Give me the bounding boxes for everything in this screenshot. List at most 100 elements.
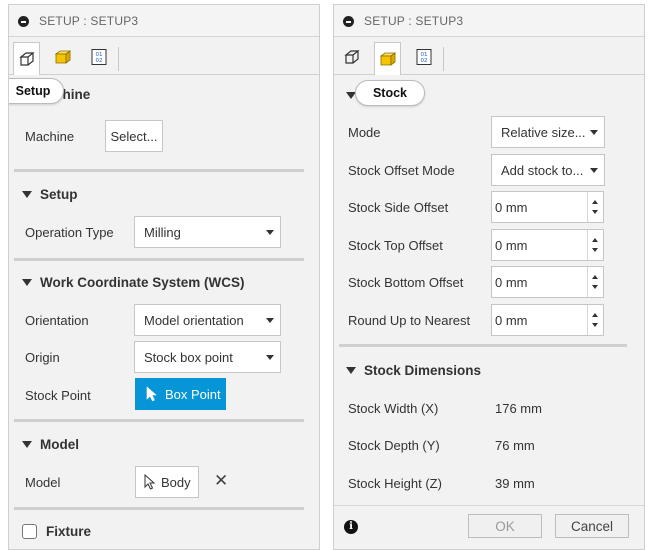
model-select-button[interactable]: Body bbox=[135, 466, 199, 498]
panel-titlebar[interactable]: SETUP : SETUP3 bbox=[334, 5, 644, 37]
machine-select-button[interactable]: Select... bbox=[105, 120, 163, 152]
stock-bottom-offset-field[interactable]: 0 mm bbox=[491, 266, 604, 298]
mode-value: Relative size... bbox=[501, 124, 586, 140]
section-divider bbox=[14, 258, 304, 261]
orientation-value: Model orientation bbox=[144, 312, 244, 328]
fixture-section-header[interactable]: Fixture bbox=[22, 518, 91, 544]
collapse-triangle-icon bbox=[346, 366, 356, 374]
info-icon[interactable]: i bbox=[344, 520, 358, 534]
stock-dimensions-title: Stock Dimensions bbox=[364, 362, 482, 378]
fixture-section-title: Fixture bbox=[46, 523, 92, 539]
machine-select-button-label: Select... bbox=[110, 128, 158, 144]
pointer-icon bbox=[144, 474, 156, 490]
spinner-arrows-icon[interactable] bbox=[587, 230, 603, 260]
stock-section-title: Stock bbox=[372, 86, 408, 100]
wcs-section-header[interactable]: Work Coordinate System (WCS) bbox=[22, 269, 245, 295]
chevron-down-icon bbox=[590, 130, 598, 135]
tab-stock[interactable] bbox=[374, 42, 401, 75]
stock-bottom-offset-label: Stock Bottom Offset bbox=[348, 275, 464, 290]
round-up-field[interactable]: 0 mm bbox=[491, 304, 604, 336]
setup-tab-icon bbox=[18, 52, 35, 66]
origin-value: Stock box point bbox=[144, 349, 233, 365]
stock-side-offset-label: Stock Side Offset bbox=[348, 200, 449, 215]
mode-dropdown[interactable]: Relative size... bbox=[491, 116, 605, 148]
stock-offset-mode-label: Stock Offset Mode bbox=[348, 163, 455, 178]
stock-section-header[interactable]: Stock bbox=[355, 80, 425, 106]
stock-offset-mode-value: Add stock to... bbox=[501, 162, 584, 178]
panel-title: SETUP : SETUP3 bbox=[364, 14, 464, 28]
model-section-header[interactable]: Model bbox=[22, 431, 79, 457]
section-divider bbox=[14, 419, 304, 422]
stock-bottom-offset-value: 0 mm bbox=[495, 275, 528, 290]
chevron-down-icon bbox=[266, 318, 274, 323]
origin-label: Origin bbox=[25, 350, 60, 365]
setup-section-title: Setup bbox=[40, 186, 78, 202]
ok-button[interactable]: OK bbox=[468, 514, 542, 538]
stock-offset-mode-dropdown[interactable]: Add stock to... bbox=[491, 154, 605, 186]
svg-text:02: 02 bbox=[95, 58, 102, 64]
chevron-down-icon bbox=[266, 230, 274, 235]
collapse-triangle-icon bbox=[22, 440, 32, 448]
setup-tooltip: Setup bbox=[9, 78, 64, 104]
collapse-triangle-icon bbox=[22, 190, 32, 198]
cancel-button[interactable]: Cancel bbox=[555, 514, 629, 538]
panel-title: SETUP : SETUP3 bbox=[39, 14, 139, 28]
ok-button-label: OK bbox=[495, 518, 515, 534]
tab-setup[interactable] bbox=[338, 42, 365, 72]
panel-titlebar[interactable]: SETUP : SETUP3 bbox=[9, 5, 319, 37]
fixture-checkbox[interactable] bbox=[22, 523, 37, 539]
clear-selection-icon[interactable]: ✕ bbox=[214, 471, 228, 491]
chevron-down-icon bbox=[266, 355, 274, 360]
tab-post-process[interactable]: 01 02 bbox=[410, 42, 437, 72]
stock-height-label: Stock Height (Z) bbox=[348, 476, 442, 491]
spinner-arrows-icon[interactable] bbox=[587, 267, 603, 297]
round-up-label: Round Up to Nearest bbox=[348, 313, 471, 328]
operation-type-label: Operation Type bbox=[25, 225, 114, 240]
section-divider bbox=[14, 169, 304, 172]
collapse-triangle-icon bbox=[22, 278, 32, 286]
tab-setup[interactable] bbox=[13, 42, 40, 75]
stock-dimensions-header[interactable]: Stock Dimensions bbox=[346, 357, 481, 383]
tab-stock[interactable] bbox=[49, 42, 76, 72]
origin-dropdown[interactable]: Stock box point bbox=[134, 341, 281, 373]
collapse-icon[interactable] bbox=[18, 16, 29, 27]
collapse-icon[interactable] bbox=[343, 16, 354, 27]
tab-post-process[interactable]: 01 02 bbox=[85, 42, 112, 72]
mode-label: Mode bbox=[348, 125, 381, 140]
stock-point-button[interactable]: Box Point bbox=[135, 378, 226, 410]
tab-divider bbox=[118, 47, 119, 71]
setup-panel-right: SETUP : SETUP3 01 02 Stock Mode Relative… bbox=[333, 4, 645, 550]
setup-section-header[interactable]: Setup bbox=[22, 181, 78, 207]
stock-side-offset-field[interactable]: 0 mm bbox=[491, 191, 604, 223]
stock-point-label: Stock Point bbox=[25, 388, 91, 403]
model-section-title: Model bbox=[40, 436, 79, 452]
orientation-dropdown[interactable]: Model orientation bbox=[134, 304, 281, 336]
stock-point-button-label: Box Point bbox=[165, 386, 221, 402]
stock-side-offset-value: 0 mm bbox=[495, 200, 528, 215]
setup-panel-left: SETUP : SETUP3 01 02 chine Setup Machine… bbox=[8, 4, 320, 550]
wcs-section-title: Work Coordinate System (WCS) bbox=[40, 274, 245, 290]
spinner-arrows-icon[interactable] bbox=[587, 192, 603, 222]
machine-label: Machine bbox=[25, 129, 75, 144]
model-label: Model bbox=[25, 475, 61, 490]
svg-text:02: 02 bbox=[420, 58, 427, 64]
stock-top-offset-value: 0 mm bbox=[495, 238, 528, 253]
chevron-down-icon bbox=[590, 168, 598, 173]
stock-depth-value: 76 mm bbox=[495, 438, 535, 453]
operation-type-dropdown[interactable]: Milling bbox=[134, 216, 281, 248]
orientation-label: Orientation bbox=[25, 313, 89, 328]
section-divider bbox=[14, 507, 304, 510]
post-process-tab-icon: 01 02 bbox=[91, 49, 106, 65]
spinner-arrows-icon[interactable] bbox=[587, 305, 603, 335]
operation-type-value: Milling bbox=[144, 224, 181, 240]
pointer-icon bbox=[146, 386, 157, 402]
dialog-footer: i OK Cancel bbox=[334, 505, 644, 549]
stock-tab-icon bbox=[54, 50, 71, 64]
round-up-value: 0 mm bbox=[495, 313, 528, 328]
stock-top-offset-label: Stock Top Offset bbox=[348, 238, 443, 253]
model-select-button-label: Body bbox=[161, 474, 191, 490]
stock-top-offset-field[interactable]: 0 mm bbox=[491, 229, 604, 261]
cancel-button-label: Cancel bbox=[570, 518, 614, 534]
tab-bar: 01 02 bbox=[9, 41, 319, 75]
stock-tab-icon bbox=[379, 52, 396, 66]
